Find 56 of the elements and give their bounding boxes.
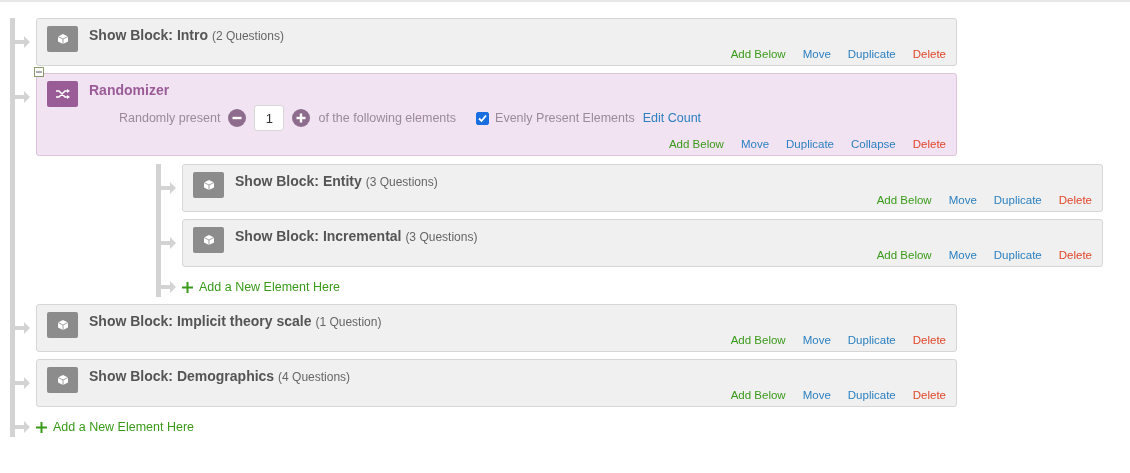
plus-icon bbox=[182, 281, 193, 293]
move-link[interactable]: Move bbox=[948, 248, 977, 263]
connector-arrow-icon bbox=[15, 33, 31, 50]
count-input[interactable]: 1 bbox=[254, 105, 285, 131]
delete-link[interactable]: Delete bbox=[912, 137, 946, 152]
duplicate-link[interactable]: Duplicate bbox=[847, 47, 896, 62]
duplicate-link[interactable]: Duplicate bbox=[993, 248, 1042, 263]
shuffle-icon bbox=[55, 89, 70, 99]
add-link[interactable]: Add Below bbox=[730, 47, 786, 62]
move-link[interactable]: Move bbox=[802, 47, 831, 62]
move-link[interactable]: Move bbox=[802, 333, 831, 348]
delete-link[interactable]: Delete bbox=[912, 47, 946, 62]
delete-link[interactable]: Delete bbox=[1058, 193, 1092, 208]
block-title: Show Block: Demographics (4 Questions) bbox=[89, 368, 352, 386]
cube-icon bbox=[202, 179, 215, 191]
collapse-link[interactable]: Collapse bbox=[851, 137, 896, 152]
plus-icon bbox=[36, 421, 47, 433]
connector-arrow-icon bbox=[15, 374, 31, 391]
delete-link[interactable]: Delete bbox=[912, 333, 946, 348]
cube-icon bbox=[56, 374, 69, 386]
add-link[interactable]: Add Below bbox=[668, 137, 724, 152]
add-element-link[interactable]: Add a New Element Here bbox=[182, 277, 341, 297]
duplicate-link[interactable]: Duplicate bbox=[993, 193, 1042, 208]
add-link[interactable]: Add Below bbox=[876, 193, 932, 208]
decrement-button[interactable] bbox=[228, 109, 247, 127]
evenly-present-label: Evenly Present Elements bbox=[495, 111, 635, 125]
move-link[interactable]: Move bbox=[948, 193, 977, 208]
cube-icon bbox=[202, 234, 215, 246]
connector-arrow-icon bbox=[161, 234, 177, 251]
connector-arrow-icon bbox=[15, 88, 31, 105]
duplicate-link[interactable]: Duplicate bbox=[847, 388, 896, 403]
randomly-present-label: Randomly present bbox=[119, 111, 221, 125]
add-element-link[interactable]: Add a New Element Here bbox=[36, 417, 195, 437]
block-title: Show Block: Incremental (3 Questions) bbox=[235, 228, 479, 246]
add-link[interactable]: Add Below bbox=[730, 333, 786, 348]
evenly-present-checkbox[interactable] bbox=[476, 111, 490, 125]
delete-link[interactable]: Delete bbox=[912, 388, 946, 403]
connector-arrow-icon bbox=[161, 179, 177, 196]
collapse-icon[interactable] bbox=[34, 67, 44, 77]
block-title: Show Block: Implicit theory scale (1 Question) bbox=[89, 313, 383, 331]
increment-button[interactable] bbox=[292, 109, 311, 127]
move-link[interactable]: Move bbox=[740, 137, 770, 152]
block-title: Show Block: Entity (3 Questions) bbox=[235, 173, 439, 191]
connector-arrow-icon bbox=[15, 319, 31, 336]
add-link[interactable]: Add Below bbox=[876, 248, 932, 263]
following-elements-label: of the following elements bbox=[318, 111, 457, 125]
randomizer-title: Randomizer bbox=[89, 82, 171, 99]
edit-count-link[interactable]: Edit Count bbox=[642, 111, 702, 125]
delete-link[interactable]: Delete bbox=[1058, 248, 1092, 263]
add-link[interactable]: Add Below bbox=[730, 388, 786, 403]
cube-icon bbox=[56, 319, 69, 331]
move-link[interactable]: Move bbox=[802, 388, 831, 403]
block-title: Show Block: Intro (2 Questions) bbox=[89, 27, 285, 45]
cube-icon bbox=[56, 33, 69, 45]
duplicate-link[interactable]: Duplicate bbox=[847, 333, 896, 348]
duplicate-link[interactable]: Duplicate bbox=[786, 137, 834, 152]
